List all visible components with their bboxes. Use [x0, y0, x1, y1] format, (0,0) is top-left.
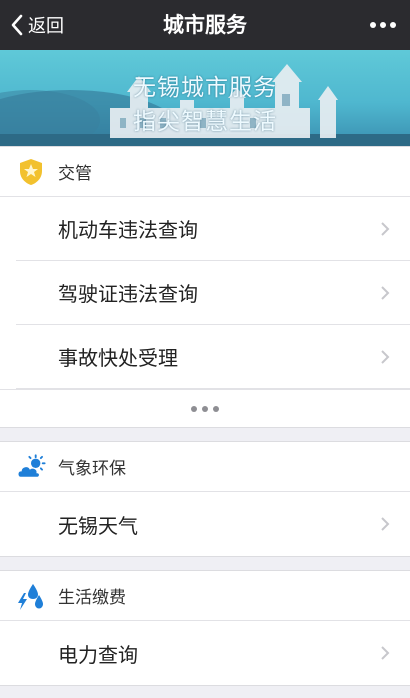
expand-more-button[interactable] [0, 389, 410, 427]
more-dot-icon [191, 405, 197, 412]
utilities-bolt-drop-icon [16, 581, 46, 611]
list-item-wuxi-weather[interactable]: 无锡天气 [16, 492, 410, 556]
section-header-utilities: 生活缴费 [0, 571, 410, 621]
section-utilities: 生活缴费 电力查询 [0, 570, 410, 686]
chevron-right-icon [381, 517, 390, 531]
banner-subheadline: 指尖智慧生活 [133, 109, 277, 135]
city-banner[interactable]: 无锡城市服务 指尖智慧生活 [0, 50, 410, 146]
chevron-right-icon [381, 221, 390, 236]
section-title: 气象环保 [58, 459, 126, 479]
section-traffic: 交管 机动车违法查询 驾驶证违法查询 事故快处受理 [0, 146, 410, 428]
section-title: 交管 [58, 164, 92, 184]
more-dot-icon [370, 22, 376, 28]
list-item-electricity-query[interactable]: 电力查询 [16, 621, 410, 685]
chevron-right-icon [381, 349, 390, 364]
section-header-weather: 气象环保 [0, 442, 410, 492]
list-item-label: 无锡天气 [58, 513, 138, 538]
more-menu-button[interactable] [370, 0, 396, 50]
banner-headline: 无锡城市服务 [133, 75, 277, 101]
list-item-vehicle-violation[interactable]: 机动车违法查询 [16, 197, 410, 261]
chevron-right-icon [381, 285, 390, 300]
section-header-traffic: 交管 [0, 147, 410, 197]
more-dot-icon [213, 405, 219, 412]
list-item-label: 电力查询 [58, 642, 138, 667]
list-item-license-violation[interactable]: 驾驶证违法查询 [16, 261, 410, 325]
list-item-accident-handling[interactable]: 事故快处受理 [16, 325, 410, 389]
chevron-left-icon [11, 14, 23, 36]
more-dot-icon [390, 22, 396, 28]
list-item-label: 事故快处受理 [58, 346, 178, 370]
list-item-label: 驾驶证违法查询 [58, 282, 198, 306]
back-button[interactable]: 返回 [10, 0, 64, 50]
police-badge-icon [16, 157, 46, 187]
back-label: 返回 [28, 16, 64, 37]
list-item-label: 机动车违法查询 [58, 218, 198, 242]
more-dot-icon [380, 22, 386, 28]
chevron-right-icon [381, 646, 390, 660]
more-dot-icon [202, 405, 208, 412]
weather-cloud-sun-icon [16, 452, 46, 482]
top-navbar: 返回 城市服务 [0, 0, 410, 50]
section-title: 生活缴费 [58, 588, 126, 608]
section-weather: 气象环保 无锡天气 [0, 441, 410, 557]
